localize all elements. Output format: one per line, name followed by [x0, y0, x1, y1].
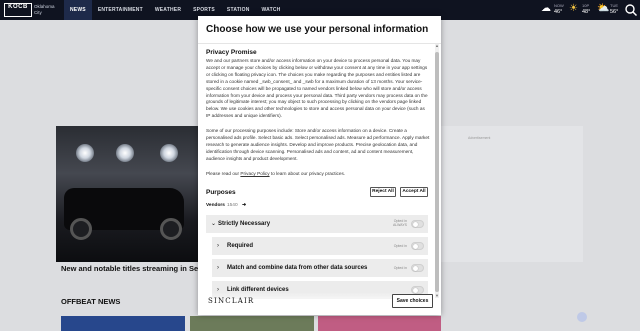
weather-later[interactable]: ☀ 10P 48° [569, 2, 595, 18]
brand-logo: SINCLAIR [208, 297, 255, 305]
partly-cloudy-icon: ⛅ [597, 3, 610, 14]
dialog-scroll-area[interactable]: Privacy Promise We and our partners stor… [198, 43, 441, 305]
vendors-link[interactable]: Vendors 1540 ➜ [206, 203, 246, 208]
weather-now-temp: 46° [554, 9, 563, 15]
article-thumbnail[interactable] [61, 316, 185, 331]
hero-image[interactable] [56, 126, 198, 262]
vendors-label: Vendors [206, 203, 225, 208]
article-thumbnail[interactable] [190, 316, 314, 331]
nav-item-news[interactable]: NEWS [64, 0, 92, 20]
sun-icon: ☀ [569, 3, 578, 14]
logo-city: Oklahoma City [34, 4, 55, 15]
ad-slot: Advertisement [441, 126, 583, 262]
dialog-title: Choose how we use your personal informat… [206, 24, 429, 35]
purpose-status: Opted in [393, 244, 407, 248]
search-icon[interactable] [624, 3, 638, 17]
weather-tomorrow-label: TUE [610, 3, 618, 8]
scroll-up-icon[interactable]: ▲ [435, 44, 439, 48]
policy-suffix: to learn about our privacy practices. [269, 171, 346, 176]
policy-prefix: Please read our [206, 171, 241, 176]
weather-now-label: NOW [554, 3, 564, 8]
purposes-text: Some of our processing purposes include:… [206, 128, 430, 161]
scroll-down-icon[interactable]: ▼ [435, 294, 439, 298]
weather-tomorrow-temp: 56° [610, 9, 619, 15]
weather-now[interactable]: ☁ NOW 46° [541, 2, 567, 18]
policy-text: Please read our Privacy Policy to learn … [206, 171, 430, 178]
station-logo[interactable]: KOCB [4, 3, 32, 17]
vendors-count: 1540 [226, 203, 238, 208]
weather-tomorrow[interactable]: ⛅ TUE 56° [597, 2, 623, 18]
logo-text: KOCB [8, 4, 28, 10]
privacy-policy-link[interactable]: Privacy Policy [240, 171, 269, 176]
purpose-label: Required [227, 243, 254, 249]
toggle-switch[interactable] [411, 220, 424, 228]
privacy-heading: Privacy Promise [206, 49, 257, 56]
privacy-text: We and our partners store and/or access … [206, 58, 428, 119]
reject-all-button[interactable]: Reject All [370, 187, 396, 197]
toggle-switch[interactable] [411, 264, 424, 272]
accept-all-button[interactable]: Accept All [400, 187, 428, 197]
nav-item-entertainment[interactable]: ENTERTAINMENT [92, 0, 149, 20]
section-title: OFFBEAT NEWS [61, 297, 121, 306]
chevron-down-icon: ⌄ [211, 221, 217, 227]
wheel-image [70, 218, 92, 240]
cloud-icon: ☁ [541, 3, 551, 14]
toggle-switch[interactable] [411, 242, 424, 250]
purpose-status: Opted in ALWAYS [393, 219, 407, 227]
purpose-row-required[interactable]: › Required Opted in [212, 237, 428, 255]
article-headline[interactable]: New and notable titles streaming in Sept… [61, 264, 198, 273]
purpose-row-strictly-necessary[interactable]: ⌄ Strictly Necessary Opted in ALWAYS [206, 215, 428, 233]
wheel-image [160, 218, 182, 240]
arrow-right-icon: ➜ [241, 203, 246, 208]
ad-label: Advertisement [468, 136, 491, 140]
scrollbar-thumb[interactable] [435, 52, 439, 292]
article-thumbnail[interactable] [318, 316, 441, 331]
chevron-right-icon: › [217, 243, 219, 249]
lamp-image [116, 144, 134, 162]
weather-later-label: 10P [582, 3, 590, 8]
opt-sub: ALWAYS [393, 223, 407, 227]
privacy-float-icon[interactable] [577, 312, 587, 322]
lamp-image [76, 144, 94, 162]
purpose-status: Opted in [393, 266, 407, 270]
nav-item-weather[interactable]: WEATHER [149, 0, 187, 20]
lamp-image [160, 144, 178, 162]
weather-later-temp: 48° [582, 9, 591, 15]
save-choices-button[interactable]: Save choices [392, 294, 433, 308]
purposes-heading: Purposes [206, 189, 236, 196]
purpose-row-match-combine[interactable]: › Match and combine data from other data… [212, 259, 428, 277]
purpose-label: Strictly Necessary [218, 221, 271, 227]
consent-dialog: Choose how we use your personal informat… [198, 16, 441, 315]
chevron-right-icon: › [217, 265, 219, 271]
purpose-label: Match and combine data from other data s… [227, 265, 368, 271]
